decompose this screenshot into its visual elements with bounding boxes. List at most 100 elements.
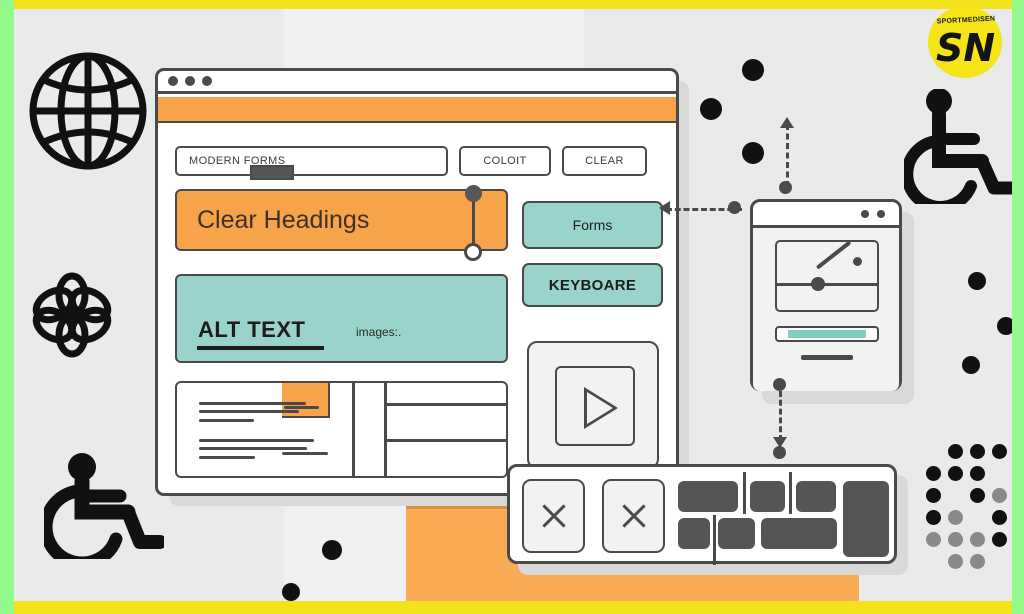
wheelchair-icon xyxy=(39,434,167,570)
resize-handle-bottom[interactable] xyxy=(464,243,482,261)
keycap-space[interactable] xyxy=(761,518,837,549)
arrow-up-icon xyxy=(780,117,794,128)
gauge-icon xyxy=(775,240,879,312)
close-keyboard-group xyxy=(507,464,897,565)
text-line xyxy=(284,406,319,409)
decor-dot xyxy=(997,317,1012,335)
matrix-dot xyxy=(948,444,963,459)
list-row-line xyxy=(384,439,506,442)
page-canvas: MODERN FORMS COLOIT CLEAR Clear Headings… xyxy=(14,9,1012,601)
window-dot-icon[interactable] xyxy=(168,76,178,86)
text-line xyxy=(199,419,254,422)
connector-node xyxy=(728,201,741,214)
main-browser-window: MODERN FORMS COLOIT CLEAR Clear Headings… xyxy=(155,68,679,496)
matrix-dot xyxy=(992,444,1007,459)
frame-border-bottom xyxy=(0,601,1024,614)
keycap[interactable] xyxy=(796,481,836,512)
keycap[interactable] xyxy=(678,518,710,549)
keycap[interactable] xyxy=(750,481,785,512)
decor-dot xyxy=(700,98,722,120)
alt-text-title: ALT TEXT xyxy=(198,317,306,342)
connector-node xyxy=(779,181,792,194)
decor-dot xyxy=(322,540,342,560)
keyboard-divider xyxy=(713,515,716,565)
decor-dot xyxy=(742,59,764,81)
alt-text-subtitle: images:. xyxy=(356,325,402,339)
window-dot-icon[interactable] xyxy=(877,209,885,218)
secondary-window xyxy=(750,199,902,391)
content-list-card[interactable] xyxy=(175,381,508,478)
matrix-dot xyxy=(992,532,1007,547)
secondary-titlebar xyxy=(753,202,899,228)
matrix-dot xyxy=(970,532,985,547)
text-line xyxy=(199,410,299,413)
window-accent-bar xyxy=(158,97,676,123)
heading-banner[interactable]: Clear Headings xyxy=(175,189,508,251)
connector-node xyxy=(773,378,786,391)
matrix-dot xyxy=(926,510,941,525)
arrow-left-icon xyxy=(659,201,670,215)
color-button[interactable]: COLOIT xyxy=(459,146,551,176)
list-divider xyxy=(384,383,387,476)
search-input[interactable]: MODERN FORMS xyxy=(175,146,448,176)
list-card-tab[interactable] xyxy=(250,165,294,180)
matrix-dot xyxy=(970,466,985,481)
text-line xyxy=(199,439,314,442)
alt-text-banner: ALT TEXT images:. xyxy=(175,274,508,363)
gauge-baseline xyxy=(777,283,877,286)
keyboard-divider xyxy=(789,472,792,514)
secondary-window-body xyxy=(753,228,899,391)
toolbar-row: MODERN FORMS COLOIT CLEAR xyxy=(175,146,665,176)
chip-forms[interactable]: Forms xyxy=(522,201,663,249)
resize-handle-top[interactable] xyxy=(465,185,482,202)
clear-button[interactable]: CLEAR xyxy=(562,146,647,176)
media-play-card[interactable] xyxy=(527,341,659,469)
close-button[interactable] xyxy=(522,479,585,553)
progress-fill xyxy=(787,330,867,338)
frame-border-right xyxy=(1012,0,1024,614)
play-frame xyxy=(555,366,635,446)
matrix-dot xyxy=(970,444,985,459)
list-row-line xyxy=(384,403,506,406)
matrix-dot xyxy=(992,510,1007,525)
gauge-hub xyxy=(811,277,825,291)
decor-dot xyxy=(742,142,764,164)
matrix-dot xyxy=(948,554,963,569)
matrix-dot xyxy=(948,532,963,547)
alt-text-underline xyxy=(197,346,324,350)
keycap[interactable] xyxy=(678,481,738,512)
chip-keyboard[interactable]: KEYBOARE xyxy=(522,263,663,307)
decor-dot xyxy=(282,583,300,601)
keyboard-divider xyxy=(743,472,746,514)
connector-node xyxy=(773,446,786,459)
matrix-dot xyxy=(948,466,963,481)
progress-bar[interactable] xyxy=(775,326,879,342)
window-titlebar xyxy=(158,71,676,94)
text-line xyxy=(199,447,307,450)
decor-dot xyxy=(968,272,986,290)
keycap-tall[interactable] xyxy=(843,481,889,557)
logo-watermark: SPORTMEDISEN SN xyxy=(924,6,1008,78)
keycap[interactable] xyxy=(718,518,755,549)
list-divider xyxy=(352,383,355,476)
decor-dot xyxy=(962,356,980,374)
text-line xyxy=(282,452,328,455)
frame-border-top xyxy=(0,0,1024,9)
text-line xyxy=(199,402,306,405)
globe-icon xyxy=(28,49,148,179)
connector-dashed-vertical xyxy=(786,124,789,187)
gauge-needle xyxy=(815,240,852,270)
matrix-dot xyxy=(926,488,941,503)
window-dot-icon[interactable] xyxy=(861,209,869,218)
gauge-tip xyxy=(853,257,862,266)
frame-border-left xyxy=(0,0,14,614)
wheelchair-icon xyxy=(901,88,1012,213)
text-line xyxy=(199,456,255,459)
logo-mark: SN xyxy=(936,26,996,70)
close-button[interactable] xyxy=(602,479,665,553)
footer-bar xyxy=(801,355,853,360)
connector-dashed-vertical xyxy=(779,391,782,441)
window-dot-icon[interactable] xyxy=(185,76,195,86)
matrix-dot xyxy=(992,488,1007,503)
window-dot-icon[interactable] xyxy=(202,76,212,86)
